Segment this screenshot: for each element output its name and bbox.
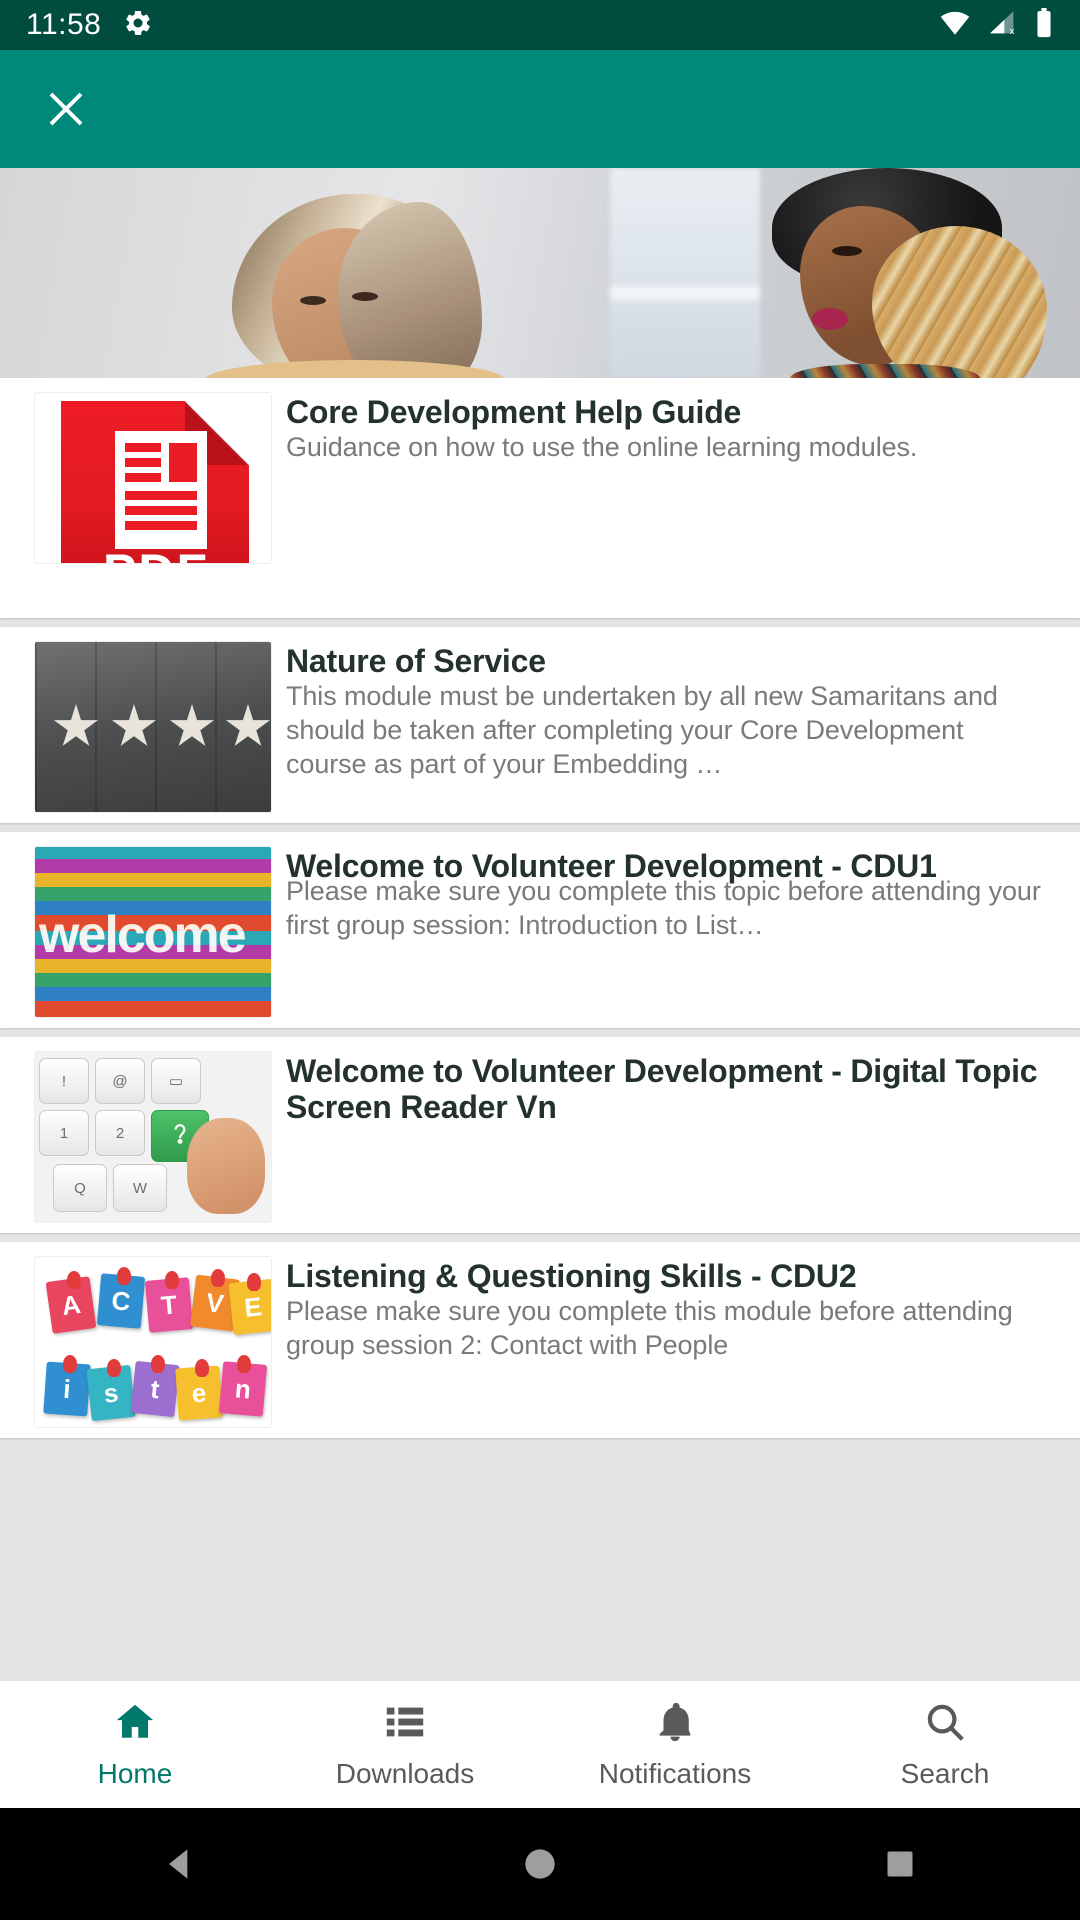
hero-photo bbox=[0, 168, 1080, 378]
list-item[interactable]: Nature of Service This module must be un… bbox=[0, 627, 1080, 823]
item-title: Nature of Service bbox=[286, 643, 546, 679]
bottom-navigation-bar: Home Downloads Notifications Search bbox=[0, 1680, 1080, 1808]
item-description: Please make sure you complete this modul… bbox=[286, 1296, 1013, 1361]
close-button[interactable] bbox=[34, 77, 98, 141]
welcome-mural-photo: welcome bbox=[35, 847, 271, 1017]
pdf-label: PDF bbox=[103, 543, 209, 563]
nav-item-home[interactable]: Home bbox=[0, 1681, 270, 1808]
home-icon bbox=[112, 1699, 158, 1750]
android-back-button[interactable] bbox=[135, 1819, 225, 1909]
bell-icon bbox=[652, 1699, 698, 1750]
search-icon bbox=[922, 1699, 968, 1750]
item-thumbnail: ! @ ▭ 1 2 Q W bbox=[34, 1051, 272, 1223]
item-thumbnail: A C T V E i s t e n bbox=[34, 1256, 272, 1428]
list-item[interactable]: welcome Welcome to Volunteer Development… bbox=[0, 832, 1080, 1028]
nav-label-downloads: Downloads bbox=[335, 1758, 475, 1789]
item-body: Listening & Questioning Skills - CDU2 Pl… bbox=[286, 1256, 1080, 1424]
item-title: Listening & Questioning Skills - CDU2 bbox=[286, 1258, 857, 1294]
keyboard-photo: ! @ ▭ 1 2 Q W bbox=[35, 1052, 271, 1222]
nav-item-search[interactable]: Search bbox=[810, 1681, 1080, 1808]
app-screen: 11:58 x Core Development Help Guide Guid… bbox=[0, 0, 1080, 1920]
gear-icon bbox=[123, 8, 153, 43]
recents-square-icon bbox=[887, 1851, 913, 1877]
home-circle-icon bbox=[525, 1849, 555, 1879]
downloads-list-icon bbox=[382, 1699, 428, 1750]
active-listening-photo: A C T V E i s t e n bbox=[35, 1257, 271, 1427]
app-bar bbox=[0, 50, 1080, 168]
cellular-signal-off-icon: x bbox=[986, 10, 1020, 41]
item-body: Core Development Help Guide Guidance on … bbox=[286, 392, 1080, 604]
item-thumbnail: PDF bbox=[34, 392, 272, 564]
list-item[interactable]: PDF Core Development Help Guide Guidance… bbox=[0, 378, 1080, 618]
nav-item-notifications[interactable]: Notifications bbox=[540, 1681, 810, 1808]
module-list[interactable]: PDF Core Development Help Guide Guidance… bbox=[0, 378, 1080, 1680]
item-body: Welcome to Volunteer Development - CDU1 … bbox=[286, 846, 1080, 1014]
android-recents-button[interactable] bbox=[855, 1819, 945, 1909]
wifi-icon bbox=[938, 10, 972, 41]
hero-banner-image bbox=[0, 168, 1080, 378]
android-navigation-bar bbox=[0, 1808, 1080, 1920]
item-body: Welcome to Volunteer Development - Digit… bbox=[286, 1051, 1080, 1219]
status-bar: 11:58 x bbox=[0, 0, 1080, 50]
status-time: 11:58 bbox=[26, 8, 102, 41]
item-thumbnail bbox=[34, 641, 272, 813]
close-icon bbox=[49, 92, 83, 126]
list-item[interactable]: ! @ ▭ 1 2 Q W Welcome to Volunteer Devel… bbox=[0, 1037, 1080, 1233]
stars-photo bbox=[35, 642, 271, 812]
item-thumbnail: welcome bbox=[34, 846, 272, 1018]
list-item[interactable]: A C T V E i s t e n Listening & Question… bbox=[0, 1242, 1080, 1438]
back-triangle-icon bbox=[169, 1849, 188, 1879]
nav-item-downloads[interactable]: Downloads bbox=[270, 1681, 540, 1808]
status-left-icons bbox=[123, 8, 153, 43]
item-description: This module must be undertaken by all ne… bbox=[286, 681, 998, 780]
item-body: Nature of Service This module must be un… bbox=[286, 641, 1080, 809]
android-home-button[interactable] bbox=[495, 1819, 585, 1909]
welcome-mural-text: welcome bbox=[39, 906, 247, 964]
item-description: Please make sure you complete this topic… bbox=[286, 876, 1041, 941]
pdf-icon: PDF bbox=[61, 401, 249, 563]
battery-full-icon bbox=[1034, 7, 1054, 43]
item-title: Core Development Help Guide bbox=[286, 394, 742, 430]
svg-text:x: x bbox=[1010, 25, 1015, 35]
nav-label-notifications: Notifications bbox=[598, 1758, 752, 1789]
nav-label-home: Home bbox=[97, 1758, 173, 1789]
status-right-icons: x bbox=[938, 7, 1054, 43]
nav-label-search: Search bbox=[900, 1758, 990, 1789]
item-title: Welcome to Volunteer Development - Digit… bbox=[286, 1053, 1038, 1126]
item-description: Guidance on how to use the online learni… bbox=[286, 432, 918, 463]
